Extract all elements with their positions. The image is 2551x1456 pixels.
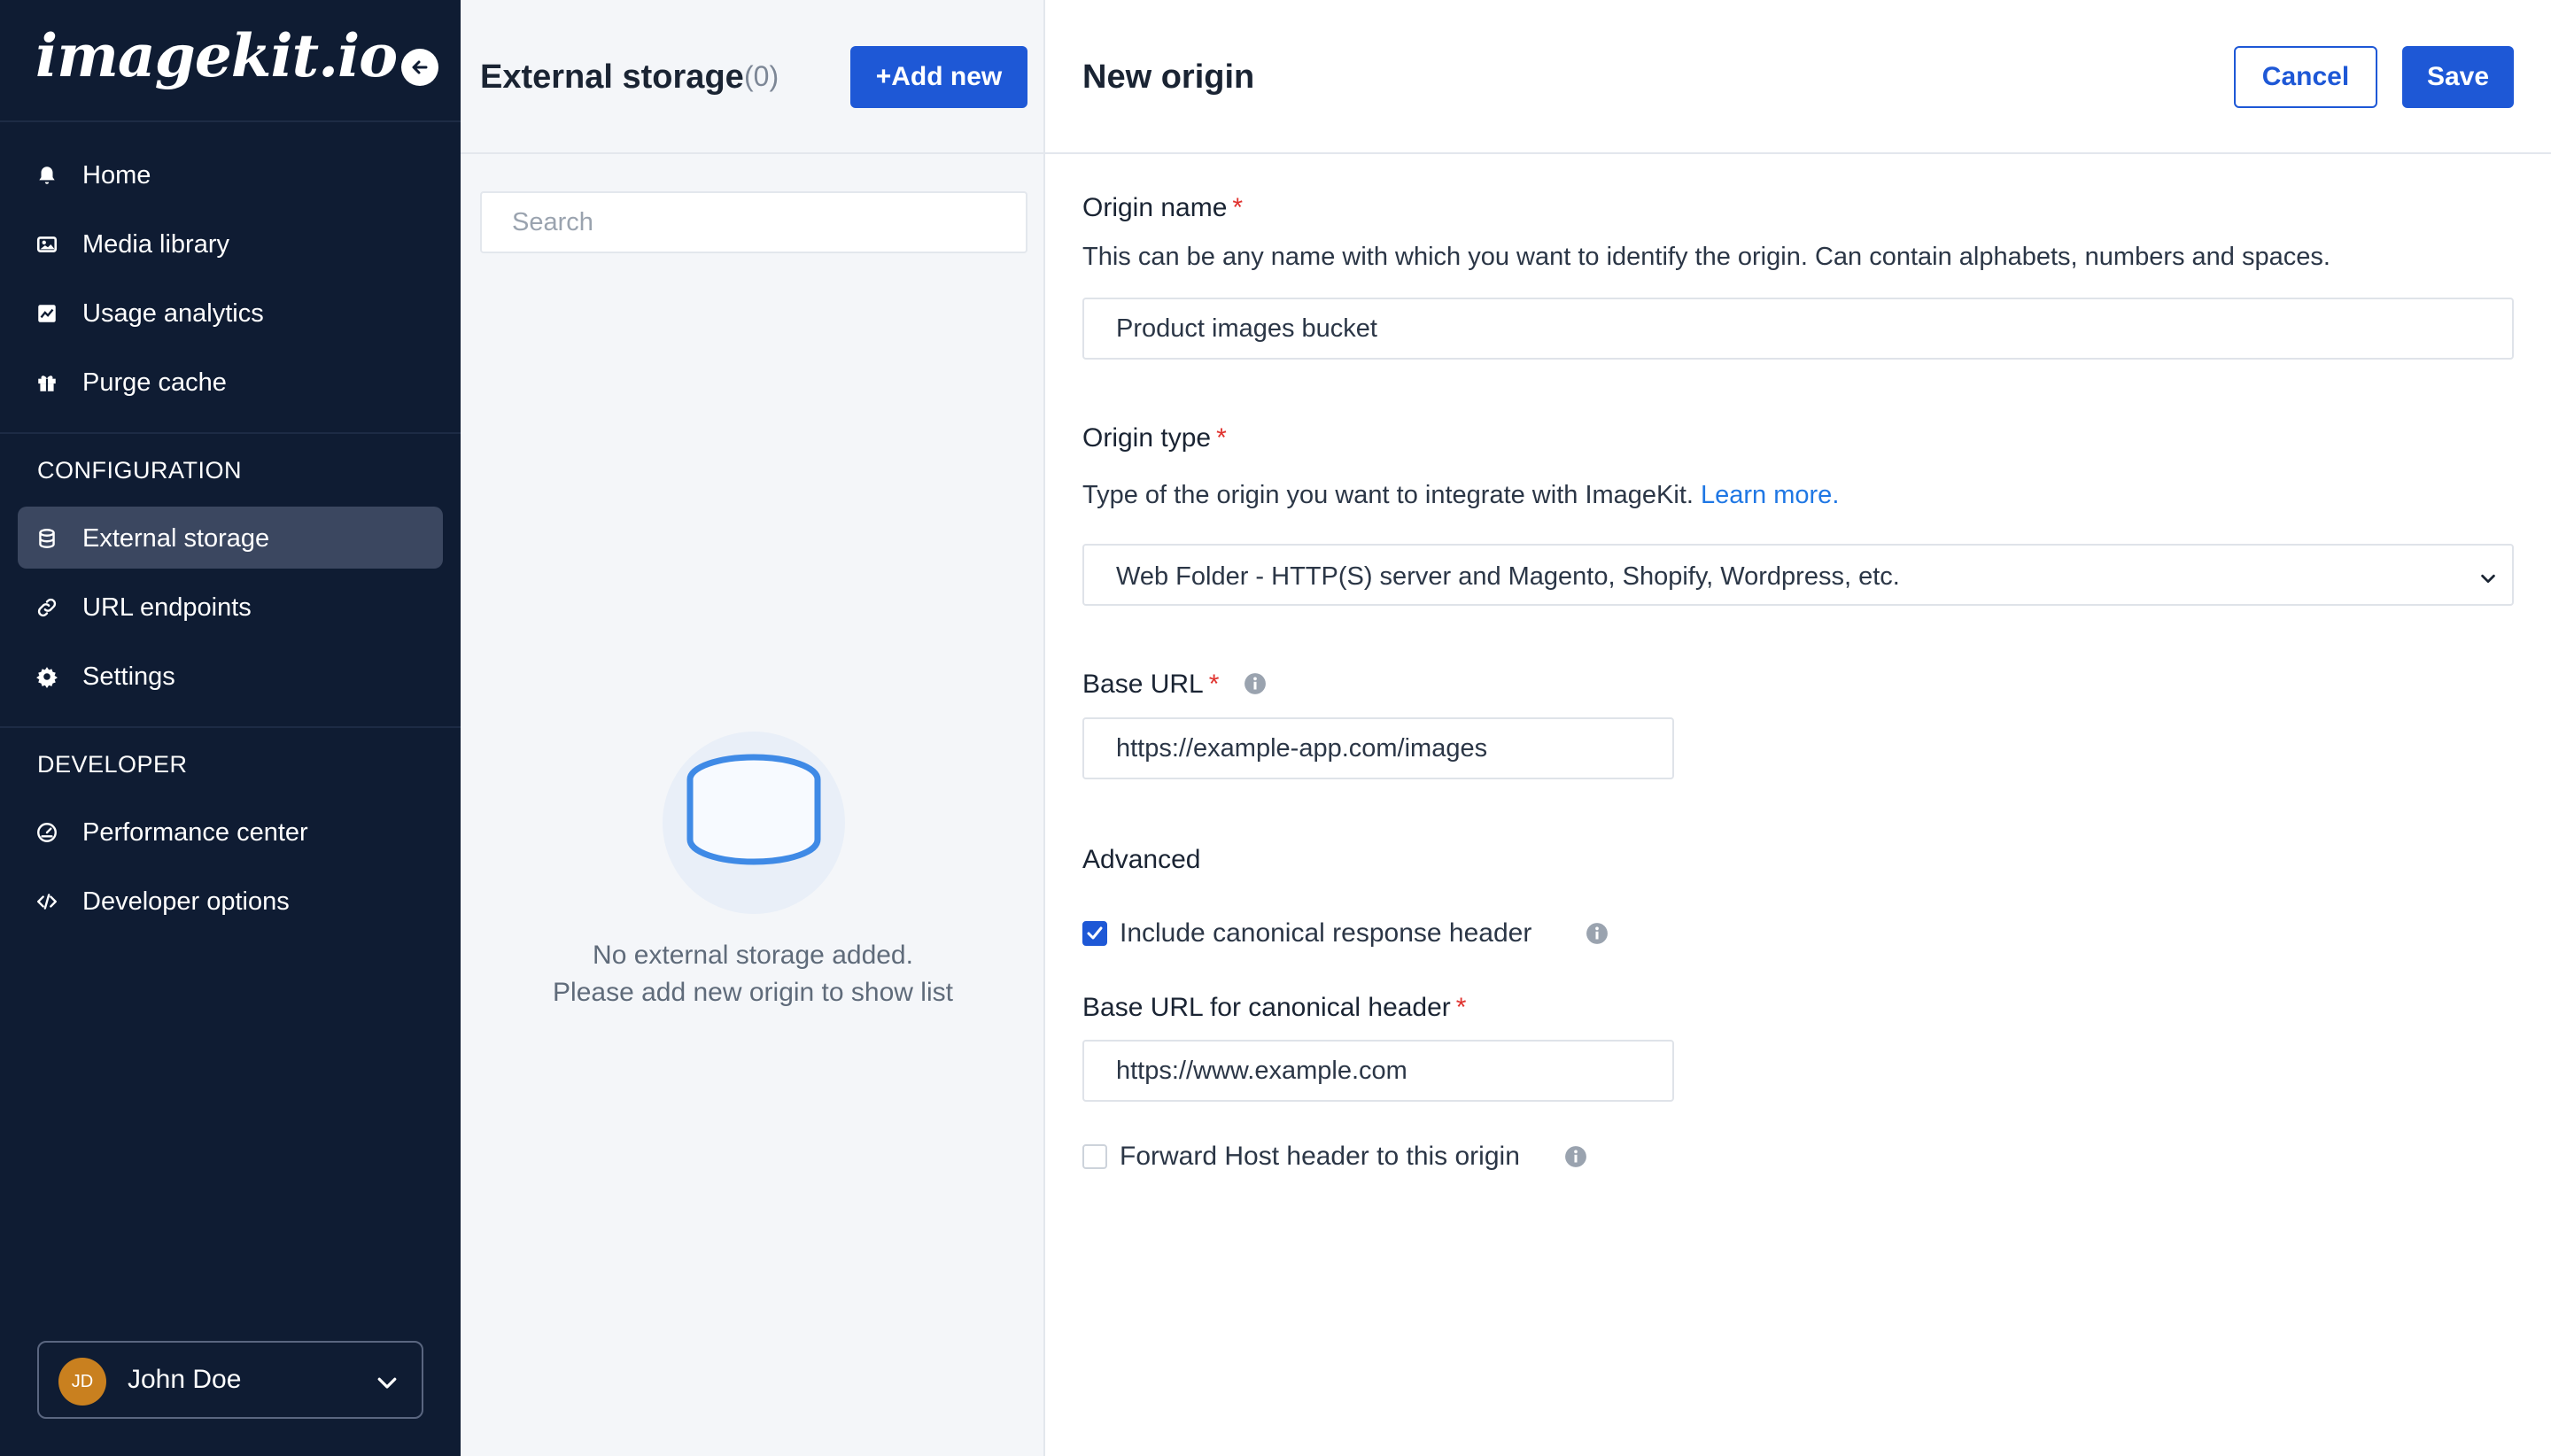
logo: imagekit.io (35, 21, 398, 90)
sidebar-item-media-library[interactable]: Media library (18, 213, 443, 275)
info-icon[interactable] (1564, 1145, 1587, 1168)
base-url-label: Base URL * (1082, 670, 1219, 700)
origin-type-select[interactable]: Web Folder - HTTP(S) server and Magento,… (1082, 544, 2514, 606)
new-origin-panel: New origin Cancel Save Origin name * This… (1045, 0, 2551, 1456)
origin-type-label: Origin type * (1082, 423, 1227, 453)
origin-count: (0) (744, 60, 779, 92)
origin-name-input[interactable] (1082, 298, 2514, 360)
required-mark: * (1455, 993, 1467, 1022)
advanced-section-title: Advanced (1082, 845, 1201, 874)
empty-state-illustration (663, 732, 845, 914)
sidebar-item-label: Usage analytics (82, 299, 264, 328)
forward-host-checkbox[interactable] (1082, 1144, 1107, 1169)
origin-type-selected-value: Web Folder - HTTP(S) server and Magento,… (1116, 562, 1900, 591)
link-icon (37, 598, 57, 617)
base-url-label-text: Base URL (1082, 670, 1204, 699)
collapse-sidebar-button[interactable] (401, 49, 438, 86)
sidebar-item-label: Developer options (82, 887, 290, 916)
sidebar-header: imagekit.io (0, 0, 461, 122)
canonical-base-url-input[interactable] (1082, 1040, 1674, 1102)
info-icon[interactable] (1244, 672, 1267, 695)
origin-name-label: Origin name * (1082, 193, 1243, 223)
sidebar: imagekit.io Home Media library Usage ana… (0, 0, 461, 1456)
sidebar-item-url-endpoints[interactable]: URL endpoints (18, 576, 443, 638)
origin-type-help-text: Type of the origin you want to integrate… (1082, 481, 1694, 509)
avatar: JD (58, 1358, 106, 1406)
gear-icon (36, 667, 58, 688)
sidebar-item-developer-options[interactable]: Developer options (18, 870, 443, 932)
learn-more-link[interactable]: Learn more. (1701, 481, 1839, 509)
canonical-header-checkbox-label: Include canonical response header (1120, 918, 1532, 948)
canonical-base-url-label-text: Base URL for canonical header (1082, 993, 1451, 1022)
configuration-section-title: CONFIGURATION (37, 457, 242, 484)
sidebar-item-home[interactable]: Home (18, 143, 443, 205)
forward-host-checkbox-label: Forward Host header to this origin (1120, 1142, 1520, 1171)
arrow-left-circle-icon (412, 60, 428, 74)
origin-list-header: External storage (0) +Add new (461, 0, 1045, 154)
database-icon (686, 754, 821, 865)
empty-state-subtext: Please add new origin to show list (553, 978, 953, 1007)
sidebar-item-purge-cache[interactable]: Purge cache (18, 351, 443, 413)
origin-name-help: This can be any name with which you want… (1082, 243, 2330, 271)
sidebar-item-usage-analytics[interactable]: Usage analytics (18, 282, 443, 344)
developer-section-title: DEVELOPER (37, 751, 188, 778)
user-name: John Doe (128, 1365, 242, 1394)
empty-state-text: No external storage added. (593, 941, 913, 970)
database-icon (39, 529, 55, 548)
sidebar-item-label: Purge cache (82, 368, 227, 397)
chart-icon (38, 305, 56, 322)
sidebar-item-external-storage[interactable]: External storage (18, 507, 443, 569)
required-mark: * (1208, 670, 1220, 699)
origin-type-help: Type of the origin you want to integrate… (1082, 481, 1839, 510)
canonical-base-url-label: Base URL for canonical header * (1082, 993, 1466, 1023)
required-mark: * (1216, 423, 1227, 453)
sidebar-item-label: Home (82, 161, 151, 190)
base-url-input[interactable] (1082, 717, 1674, 779)
required-mark: * (1232, 193, 1244, 222)
sidebar-item-label: Performance center (82, 818, 308, 847)
gauge-icon (37, 823, 57, 842)
add-new-button[interactable]: +Add new (850, 46, 1027, 108)
main-nav: Home Media library Usage analytics Purge… (0, 143, 461, 420)
configuration-nav: CONFIGURATION External storage URL endpo… (0, 432, 461, 714)
gift-icon (38, 376, 56, 391)
panel-header: New origin Cancel Save (1045, 0, 2551, 154)
info-icon[interactable] (1586, 922, 1609, 945)
sidebar-item-label: Settings (82, 662, 175, 691)
panel-title: New origin (1082, 58, 1255, 96)
chevron-down-icon (377, 1377, 397, 1389)
bell-icon (39, 167, 55, 184)
media-icon (36, 236, 58, 252)
developer-nav: DEVELOPER Performance center Developer o… (0, 726, 461, 939)
chevron-down-icon (2481, 574, 2495, 584)
origin-list-pane: External storage (0) +Add new No externa… (461, 0, 1045, 1456)
sidebar-item-settings[interactable]: Settings (18, 645, 443, 707)
cancel-button[interactable]: Cancel (2234, 46, 2377, 108)
checkmark-icon (1087, 926, 1103, 940)
origin-name-label-text: Origin name (1082, 193, 1228, 222)
sidebar-item-performance-center[interactable]: Performance center (18, 801, 443, 863)
sidebar-item-label: URL endpoints (82, 593, 252, 622)
code-icon (37, 894, 57, 910)
save-button[interactable]: Save (2402, 46, 2514, 108)
sidebar-item-label: Media library (82, 230, 229, 259)
origin-type-label-text: Origin type (1082, 423, 1212, 453)
user-menu[interactable]: JD John Doe (37, 1341, 423, 1419)
page-title: External storage (480, 58, 744, 96)
sidebar-item-label: External storage (82, 524, 270, 553)
search-input[interactable] (480, 191, 1027, 253)
canonical-header-checkbox[interactable] (1082, 921, 1107, 946)
